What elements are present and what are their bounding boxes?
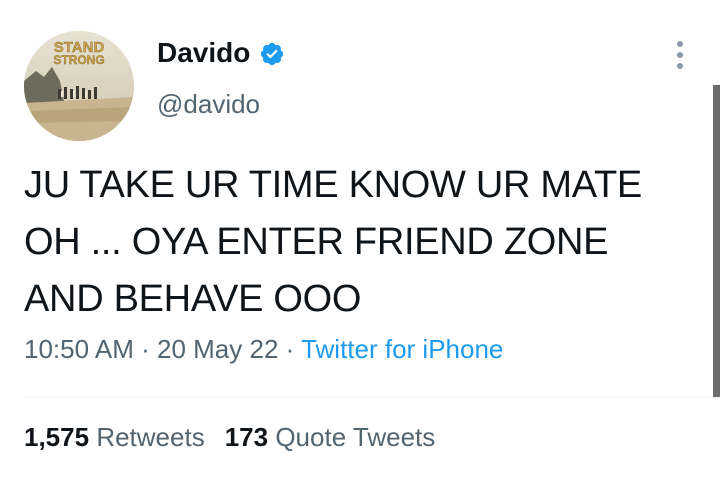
- tweet-source-link[interactable]: Twitter for iPhone: [301, 334, 503, 364]
- tweet-meta: 10:50 AM · 20 May 22 · Twitter for iPhon…: [24, 331, 503, 367]
- author-display-name[interactable]: Davido: [157, 36, 250, 70]
- tweet-time[interactable]: 10:50 AM: [24, 334, 134, 364]
- scrollbar[interactable]: [713, 85, 720, 397]
- meta-separator: ·: [285, 334, 295, 364]
- verified-badge-icon: [261, 42, 284, 65]
- author-name-row: Davido: [157, 36, 285, 70]
- retweets-count: 1,575: [24, 422, 90, 452]
- avatar-image: STAND STRONG: [24, 31, 134, 141]
- retweets-stat[interactable]: 1,575 Retweets: [24, 422, 205, 452]
- tweet-text: JU TAKE UR TIME KNOW UR MATE OH ... OYA …: [24, 164, 642, 320]
- meta-separator: ·: [141, 334, 150, 364]
- more-options-icon[interactable]: [668, 36, 692, 74]
- avatar-title-line2: STRONG: [53, 53, 104, 67]
- avatar[interactable]: STAND STRONG: [24, 31, 134, 141]
- quote-tweets-stat[interactable]: 173 Quote Tweets: [225, 422, 436, 452]
- quote-tweets-count: 173: [224, 422, 269, 452]
- tweet-stats: 1,575 Retweets 173 Quote Tweets: [24, 420, 435, 454]
- author-handle[interactable]: @davido: [157, 88, 260, 120]
- divider: [24, 397, 720, 398]
- tweet-date[interactable]: 20 May 22: [157, 334, 278, 364]
- retweets-label: Retweets: [96, 422, 205, 452]
- quote-tweets-label: Quote Tweets: [275, 422, 436, 452]
